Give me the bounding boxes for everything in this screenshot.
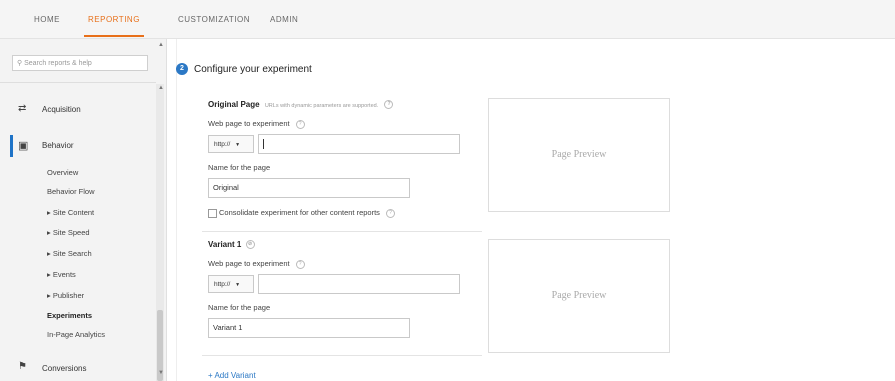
section-divider — [202, 231, 482, 232]
variant-title: Variant 1 — [208, 240, 242, 249]
tab-admin[interactable]: ADMIN — [270, 15, 298, 24]
text-cursor — [263, 139, 264, 149]
sidebar-scrollbar[interactable] — [156, 84, 164, 381]
variant-web-page-label: Web page to experiment ? — [208, 259, 305, 269]
help-icon[interactable]: ? — [384, 100, 394, 110]
acquisition-icon: ⇄ — [18, 103, 27, 114]
original-web-page-label: Web page to experiment ? — [208, 119, 305, 129]
help-icon[interactable]: ? — [295, 259, 305, 269]
chevron-down-icon: ▼ — [235, 142, 241, 148]
sidebar-item-events[interactable]: ▸ Events — [47, 270, 76, 279]
section-title: Configure your experiment — [194, 64, 312, 75]
tab-home[interactable]: HOME — [34, 15, 60, 24]
variant-name-label: Name for the page — [208, 303, 271, 312]
original-name-label: Name for the page — [208, 163, 271, 172]
tab-customization[interactable]: CUSTOMIZATION — [178, 15, 250, 24]
top-navigation: HOME REPORTING CUSTOMIZATION ADMIN — [0, 0, 895, 39]
variant-heading: Variant 1 ⊘ — [208, 240, 255, 250]
variant-protocol-select[interactable]: http:// ▼ — [208, 275, 254, 293]
sidebar-item-behavior-flow[interactable]: Behavior Flow — [47, 187, 95, 196]
sidebar-item-experiments[interactable]: Experiments — [47, 311, 92, 320]
sidebar-item-site-content[interactable]: ▸ Site Content — [47, 208, 94, 217]
original-page-heading: Original Page URLs with dynamic paramete… — [208, 100, 394, 110]
flag-icon: ⚑ — [18, 361, 27, 372]
scroll-down-icon[interactable]: ▼ — [158, 370, 164, 376]
page-preview-label: Page Preview — [551, 290, 607, 301]
sidebar-item-in-page-analytics[interactable]: In-Page Analytics — [47, 330, 105, 339]
variant-url-input[interactable] — [258, 274, 460, 294]
original-protocol-value: http:// — [214, 141, 231, 148]
sidebar-item-site-speed[interactable]: ▸ Site Speed — [47, 228, 90, 237]
original-page-title: Original Page — [208, 100, 260, 109]
scroll-up-icon[interactable]: ▲ — [158, 42, 164, 48]
help-icon[interactable]: ? — [295, 119, 305, 129]
variant-page-preview: Page Preview — [488, 239, 670, 353]
original-protocol-select[interactable]: http:// ▼ — [208, 135, 254, 153]
section-divider — [202, 355, 482, 356]
scroll-up-icon[interactable]: ▲ — [158, 85, 164, 91]
search-icon: ⚲ — [17, 60, 23, 67]
sidebar-item-behavior[interactable]: Behavior — [42, 141, 74, 150]
page-preview-label: Page Preview — [551, 149, 607, 160]
sidebar-divider — [0, 82, 156, 83]
consolidate-label: Consolidate experiment for other content… — [219, 208, 396, 218]
sidebar-item-site-search[interactable]: ▸ Site Search — [47, 249, 92, 258]
behavior-icon: ▣ — [18, 140, 29, 152]
variant-name-input[interactable]: Variant 1 — [208, 318, 410, 338]
sidebar-item-acquisition[interactable]: Acquisition — [42, 105, 81, 114]
chevron-down-icon: ▼ — [235, 282, 241, 288]
step-number-badge: 2 — [176, 63, 188, 75]
original-page-preview: Page Preview — [488, 98, 670, 212]
original-name-input[interactable]: Original — [208, 178, 410, 198]
tab-reporting[interactable]: REPORTING — [84, 15, 144, 37]
original-web-page-label-text: Web page to experiment — [208, 119, 290, 128]
original-url-input[interactable] — [258, 134, 460, 154]
help-icon[interactable]: ? — [386, 208, 396, 218]
variant-protocol-value: http:// — [214, 281, 231, 288]
sidebar-item-publisher[interactable]: ▸ Publisher — [47, 291, 84, 300]
sidebar-item-conversions[interactable]: Conversions — [42, 364, 86, 373]
add-variant-link[interactable]: + Add Variant — [208, 371, 256, 380]
search-placeholder: Search reports & help — [24, 60, 92, 67]
help-icon[interactable]: ⊘ — [245, 240, 255, 250]
search-input[interactable]: ⚲ Search reports & help — [12, 55, 148, 71]
sidebar-item-overview[interactable]: Overview — [47, 168, 78, 177]
consolidate-checkbox[interactable] — [208, 209, 217, 218]
variant-web-page-label-text: Web page to experiment — [208, 259, 290, 268]
main-left-border — [176, 39, 177, 381]
sidebar: ▲ ⚲ Search reports & help ▲ ▼ ⇄ Acquisit… — [0, 39, 167, 381]
main-content: 2 Configure your experiment Original Pag… — [176, 39, 895, 381]
original-page-note: URLs with dynamic parameters are support… — [264, 103, 379, 109]
active-section-indicator — [10, 135, 13, 157]
consolidate-label-text: Consolidate experiment for other content… — [219, 208, 380, 217]
